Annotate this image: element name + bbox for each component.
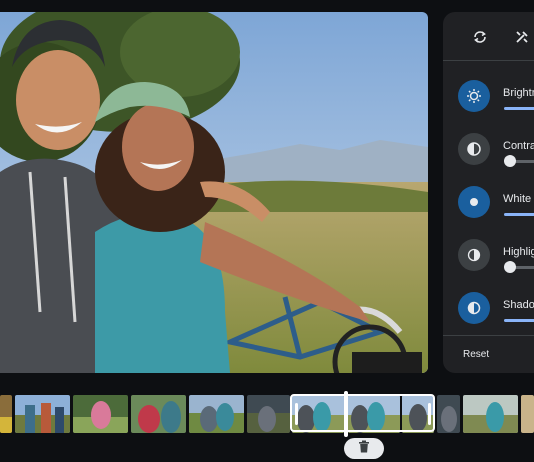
panel-tabs	[443, 12, 534, 61]
reset-button[interactable]: Reset	[463, 349, 489, 360]
adjustment-highlights[interactable]: Highlights	[443, 239, 534, 289]
trim-selection[interactable]	[290, 394, 435, 432]
video-filmstrip[interactable]	[0, 391, 534, 437]
filmstrip-frame	[437, 395, 460, 433]
filmstrip-frame	[247, 395, 290, 433]
white-point-slider[interactable]	[504, 213, 534, 216]
delete-button[interactable]	[344, 438, 384, 459]
brightness-slider[interactable]	[504, 107, 534, 110]
adjustment-brightness[interactable]: Brightness	[443, 80, 534, 130]
highlights-icon[interactable]	[458, 239, 490, 271]
crop-rotate-icon[interactable]	[469, 26, 491, 48]
filmstrip-frame	[521, 395, 534, 433]
tools-icon[interactable]	[511, 26, 533, 48]
filmstrip-frame	[131, 395, 186, 433]
trash-icon	[358, 440, 370, 458]
adjustment-label: Highlights	[503, 246, 534, 258]
filmstrip-frame	[189, 395, 244, 433]
photo-preview	[0, 12, 428, 373]
filmstrip-frame	[15, 395, 70, 433]
contrast-icon[interactable]	[458, 133, 490, 165]
trim-end-handle[interactable]	[428, 403, 431, 425]
adjustments-panel: Brightness Contrast White point Highl	[443, 12, 534, 373]
trim-start-handle[interactable]	[295, 403, 298, 425]
shadows-slider[interactable]	[504, 319, 534, 322]
panel-footer: Reset	[443, 335, 534, 373]
highlights-slider-thumb[interactable]	[504, 261, 516, 273]
playhead[interactable]	[344, 391, 348, 437]
filmstrip-frame	[463, 395, 518, 433]
filmstrip-frame	[73, 395, 128, 433]
adjustment-label: Shadows	[503, 299, 534, 311]
adjustment-contrast[interactable]: Contrast	[443, 133, 534, 183]
adjustment-label: White point	[503, 193, 534, 205]
contrast-slider-thumb[interactable]	[504, 155, 516, 167]
white-point-icon[interactable]	[458, 186, 490, 218]
shadows-icon[interactable]	[458, 292, 490, 324]
filmstrip-frame	[0, 395, 12, 433]
brightness-icon[interactable]	[458, 80, 490, 112]
photo-image	[0, 12, 428, 373]
adjustment-label: Brightness	[503, 87, 534, 99]
adjustment-label: Contrast	[503, 140, 534, 152]
adjustment-white-point[interactable]: White point	[443, 186, 534, 236]
